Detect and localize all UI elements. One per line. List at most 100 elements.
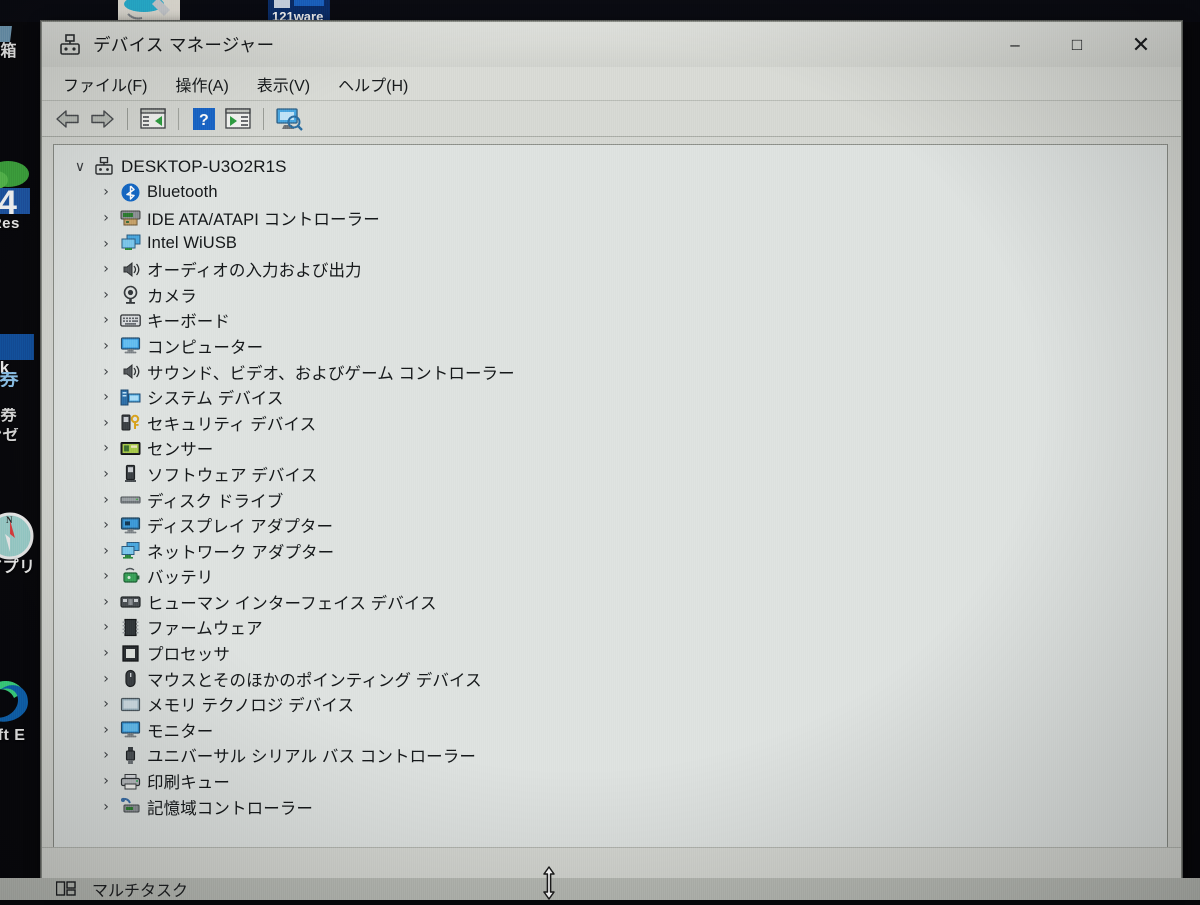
chevron-right-icon[interactable]: › xyxy=(95,619,117,635)
desktop-icon-edge[interactable]: soft E xyxy=(0,672,36,743)
tree-item-software-devices[interactable]: › ソフトウェア デバイス xyxy=(54,461,1167,487)
multitask-icon[interactable] xyxy=(55,881,76,897)
chevron-right-icon[interactable]: › xyxy=(95,799,117,815)
toolbar-forward[interactable] xyxy=(85,104,119,134)
computer-icon xyxy=(117,336,143,355)
security-devices-icon xyxy=(117,413,143,432)
toolbar-back[interactable] xyxy=(51,104,85,134)
tree-item-mouse[interactable]: › マウスとそのほかのポインティング デバイス xyxy=(54,666,1167,692)
tree-root-node[interactable]: ∨ DESKTOP-U3O2R1S xyxy=(54,154,1167,180)
bluetooth-icon xyxy=(117,183,143,202)
tree-item-label: IDE ATA/ATAPI コントローラー xyxy=(147,210,380,229)
desktop-icon-app[interactable]: N S アプリ xyxy=(0,512,36,575)
device-manager-window[interactable]: デバイス マネージャー – □ ✕ ファイル(F) 操作(A) 表示(V) ヘル… xyxy=(41,21,1182,880)
tree-item-ide-controller[interactable]: › IDE ATA/ATAPI コントローラー xyxy=(54,205,1167,231)
tree-item-system-devices[interactable]: › システム デバイス xyxy=(54,384,1167,410)
chevron-right-icon[interactable]: › xyxy=(95,312,117,328)
tree-item-hid[interactable]: › ヒューマン インターフェイス デバイス xyxy=(54,589,1167,615)
minimize-button[interactable]: – xyxy=(989,22,1041,67)
close-button[interactable]: ✕ xyxy=(1115,22,1167,67)
recycle-bin-icon xyxy=(0,26,12,42)
chevron-right-icon[interactable]: › xyxy=(95,184,117,200)
tree-item-battery[interactable]: › バッテリ xyxy=(54,564,1167,590)
desktop-icon-shoken[interactable]: 書券 xyxy=(0,372,34,387)
chevron-right-icon[interactable]: › xyxy=(95,543,117,559)
tree-item-label: 記憶域コントローラー xyxy=(147,799,313,818)
chevron-right-icon[interactable]: › xyxy=(95,722,117,738)
tree-item-network-adapter[interactable]: › ネットワーク アダプター xyxy=(54,538,1167,564)
chevron-right-icon[interactable]: › xyxy=(95,364,117,380)
chevron-right-icon[interactable]: › xyxy=(95,773,117,789)
properties-icon xyxy=(225,108,251,129)
chevron-right-icon[interactable]: › xyxy=(95,517,117,533)
close-icon: ✕ xyxy=(1131,31,1151,57)
tree-item-print-queue[interactable]: › 印刷キュー xyxy=(54,768,1167,794)
tree-item-sound-video-game[interactable]: › サウンド、ビデオ、およびゲーム コントローラー xyxy=(54,359,1167,385)
tree-item-computer[interactable]: › コンピューター xyxy=(54,333,1167,359)
tree-item-audio-io[interactable]: › オーディオの入力および出力 xyxy=(54,256,1167,282)
chevron-right-icon[interactable]: › xyxy=(95,415,117,431)
print-queue-icon xyxy=(117,773,143,790)
chevron-right-icon[interactable]: › xyxy=(95,261,117,277)
toolbar-properties[interactable] xyxy=(221,104,255,134)
toolbar-help[interactable]: ? xyxy=(187,104,221,134)
device-tree[interactable]: ∨ DESKTOP-U3O2R1S › Bluetooth › IDE ATA/… xyxy=(54,145,1167,819)
chevron-right-icon[interactable]: › xyxy=(95,236,117,252)
intel-wiusb-icon xyxy=(117,234,143,253)
chevron-right-icon[interactable]: › xyxy=(95,210,117,226)
svg-text:4: 4 xyxy=(0,184,17,216)
desktop-icon-ook[interactable]: ook xyxy=(0,334,34,375)
disk-drive-icon xyxy=(117,493,143,506)
help-question-icon: ? xyxy=(193,107,215,130)
toolbar-separator-1 xyxy=(127,107,128,130)
taskbar[interactable]: マルチタスク xyxy=(0,878,1200,900)
tree-item-camera[interactable]: › カメラ xyxy=(54,282,1167,308)
software-devices-icon xyxy=(117,464,143,483)
tree-item-usb-controller[interactable]: › ユニバーサル シリアル バス コントローラー xyxy=(54,743,1167,769)
desktop-icon-recycle-bin[interactable]: み箱 xyxy=(0,26,30,59)
desktop-icon-label: アプリ xyxy=(0,559,36,576)
tree-item-memory-technology[interactable]: › メモリ テクノロジ デバイス xyxy=(54,691,1167,717)
chevron-right-icon[interactable]: › xyxy=(95,492,117,508)
chevron-down-icon[interactable]: ∨ xyxy=(69,159,91,175)
desktop-icon-label: soft E xyxy=(0,727,26,744)
tree-item-intel-wiusb[interactable]: › Intel WiUSB xyxy=(54,231,1167,257)
tree-item-monitor[interactable]: › モニター xyxy=(54,717,1167,743)
menu-view[interactable]: 表示(V) xyxy=(243,72,324,96)
menu-help[interactable]: ヘルプ(H) xyxy=(324,72,422,96)
chevron-right-icon[interactable]: › xyxy=(95,466,117,482)
usb-controller-icon xyxy=(117,746,143,765)
tree-item-firmware[interactable]: › ファームウェア xyxy=(54,615,1167,641)
desktop-icon-kres[interactable]: 4 kRes xyxy=(0,160,34,231)
chevron-right-icon[interactable]: › xyxy=(95,389,117,405)
chevron-right-icon[interactable]: › xyxy=(95,568,117,584)
menu-action[interactable]: 操作(A) xyxy=(161,72,242,96)
toolbar[interactable]: ? xyxy=(42,101,1181,137)
display-adapter-icon xyxy=(117,516,143,535)
desktop-icon-nze[interactable]: ンゼ xyxy=(0,428,36,443)
window-titlebar[interactable]: デバイス マネージャー – □ ✕ xyxy=(42,22,1181,67)
device-tree-panel[interactable]: ∨ DESKTOP-U3O2R1S › Bluetooth › IDE ATA/… xyxy=(53,144,1168,867)
toolbar-show-hide-tree[interactable] xyxy=(136,104,170,134)
tree-item-bluetooth[interactable]: › Bluetooth xyxy=(54,180,1167,206)
chevron-right-icon[interactable]: › xyxy=(95,696,117,712)
maximize-button[interactable]: □ xyxy=(1051,22,1103,67)
menubar[interactable]: ファイル(F) 操作(A) 表示(V) ヘルプ(H) xyxy=(42,67,1181,101)
tree-item-security-devices[interactable]: › セキュリティ デバイス xyxy=(54,410,1167,436)
tree-item-display-adapter[interactable]: › ディスプレイ アダプター xyxy=(54,512,1167,538)
tree-item-sensors[interactable]: › センサー xyxy=(54,436,1167,462)
menu-file[interactable]: ファイル(F) xyxy=(49,72,161,96)
tree-item-storage-controller[interactable]: › 記憶域コントローラー xyxy=(54,794,1167,820)
tree-item-disk-drive[interactable]: › ディスク ドライブ xyxy=(54,487,1167,513)
tree-item-processor[interactable]: › プロセッサ xyxy=(54,640,1167,666)
chevron-right-icon[interactable]: › xyxy=(95,287,117,303)
chevron-right-icon[interactable]: › xyxy=(95,440,117,456)
chevron-right-icon[interactable]: › xyxy=(95,338,117,354)
chevron-right-icon[interactable]: › xyxy=(95,594,117,610)
toolbar-scan-hardware[interactable] xyxy=(272,104,306,134)
chevron-right-icon[interactable]: › xyxy=(95,645,117,661)
desktop-icon-onken[interactable]: 音券 xyxy=(0,408,34,423)
chevron-right-icon[interactable]: › xyxy=(95,747,117,763)
tree-item-keyboard[interactable]: › キーボード xyxy=(54,308,1167,334)
chevron-right-icon[interactable]: › xyxy=(95,671,117,687)
